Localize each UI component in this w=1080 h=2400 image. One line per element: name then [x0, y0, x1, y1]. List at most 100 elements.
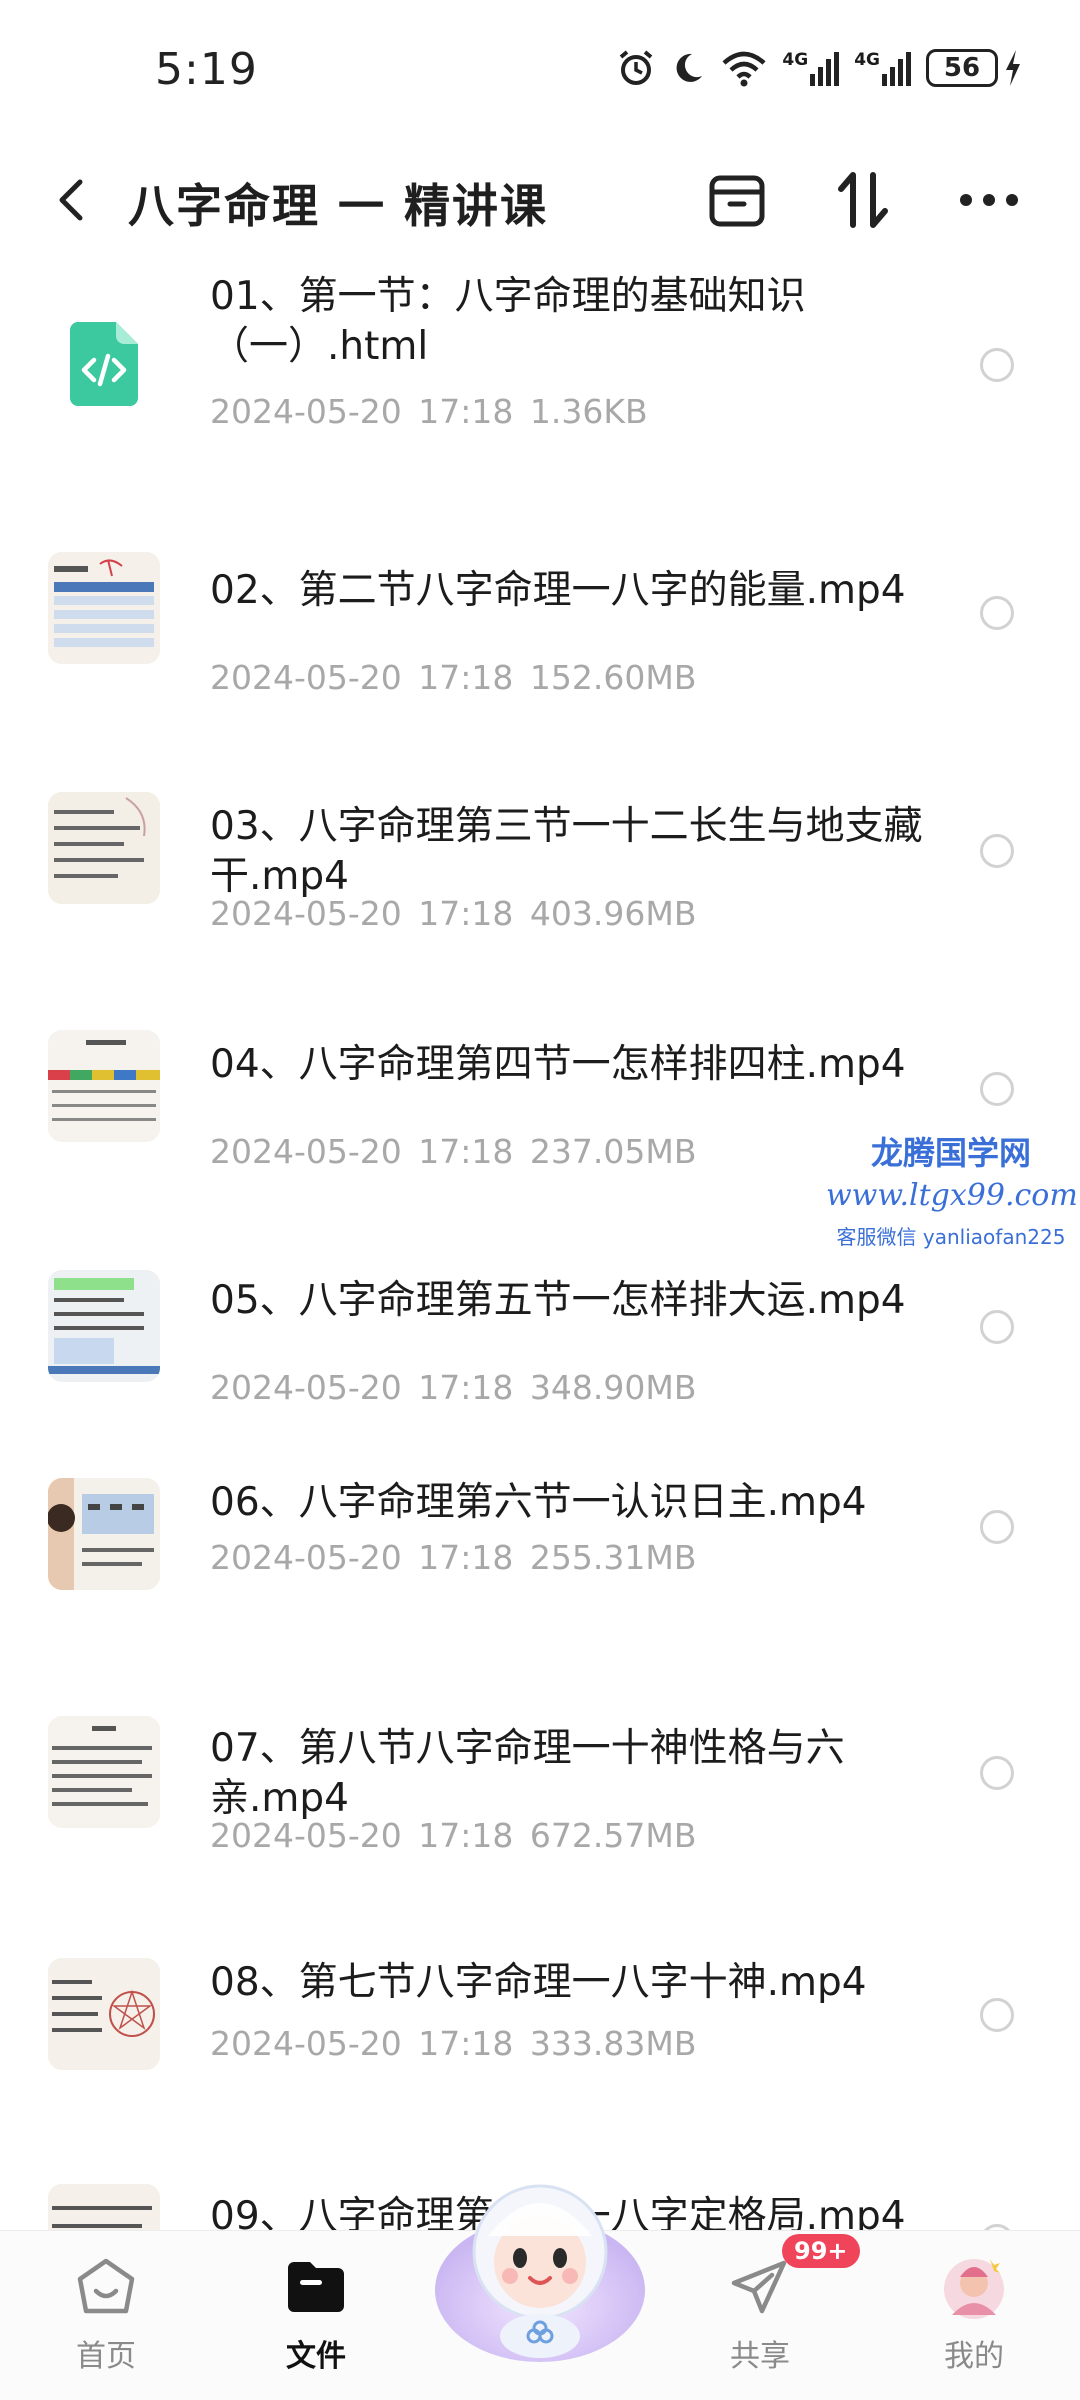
watermark-title: 龙腾国学网 [870, 1134, 1031, 1172]
chevron-left-icon [59, 179, 83, 221]
file-time: 17:18 [418, 658, 514, 697]
network-type-1: 4G [782, 50, 809, 70]
file-size: 672.57MB [529, 1816, 697, 1855]
file-time: 17:18 [418, 1538, 514, 1577]
status-icons: 4G 4G 56 [616, 48, 1022, 88]
wifi-icon [722, 51, 766, 87]
sort-icon [838, 172, 888, 228]
video-thumbnail [48, 1958, 160, 2070]
status-time: 5:19 [155, 44, 258, 95]
select-checkbox[interactable] [980, 1310, 1014, 1344]
file-row[interactable]: 02、第二节八字命理一八字的能量.mp4 2024-05-20 17:18 15… [0, 482, 1080, 712]
back-button[interactable] [50, 174, 96, 226]
file-meta: 2024-05-20 17:18 672.57MB [210, 1816, 696, 1855]
video-thumbnail [48, 1716, 160, 1828]
alarm-icon [620, 50, 653, 85]
file-time: 17:18 [418, 1132, 514, 1171]
file-date: 2024-05-20 [210, 392, 402, 431]
video-thumbnail [48, 1030, 160, 1142]
send-icon [731, 2260, 787, 2314]
nav-mine[interactable]: 我的 [904, 2251, 1044, 2375]
nav-share-label: 共享 [730, 2339, 790, 2374]
share-badge: 99+ [782, 2234, 860, 2268]
file-date: 2024-05-20 [210, 658, 402, 697]
file-name: 04、八字命理第四节一怎样排四柱.mp4 [210, 1042, 906, 1087]
video-thumbnail [48, 2184, 160, 2230]
sort-button[interactable] [828, 168, 898, 232]
file-name: 03、八字命理第三节一十二长生与地支藏干.mp4 [210, 804, 923, 899]
html-file-icon [48, 308, 160, 420]
video-thumbnail [48, 552, 160, 664]
file-meta: 2024-05-20 17:18 333.83MB [210, 2024, 696, 2063]
file-meta: 2024-05-20 17:18 152.60MB [210, 658, 696, 697]
battery-level: 56 [926, 49, 998, 87]
watermark: 龙腾国学网 www.ltgx99.com 客服微信 yanliaofan225 [826, 1128, 1078, 1250]
moon-icon [676, 53, 703, 82]
archive-button[interactable] [702, 168, 772, 232]
video-thumbnail [48, 792, 160, 904]
select-checkbox[interactable] [980, 1072, 1014, 1106]
file-size: 152.60MB [529, 658, 697, 697]
file-name: 02、第二节八字命理一八字的能量.mp4 [210, 568, 906, 613]
nav-files-label: 文件 [286, 2339, 346, 2374]
signal-2-icon: 4G [854, 50, 912, 86]
file-row[interactable]: 01、第一节：八字命理的基础知识（一）.html 2024-05-20 17:1… [0, 252, 1080, 474]
file-date: 2024-05-20 [210, 894, 402, 933]
file-row[interactable]: 08、第七节八字命理一八字十神.mp4 2024-05-20 17:18 333… [0, 1902, 1080, 2098]
nav-share[interactable]: 共享 [690, 2251, 830, 2375]
select-checkbox[interactable] [980, 1756, 1014, 1790]
file-row[interactable]: 06、八字命理第六节一认识日主.mp4 2024-05-20 17:18 255… [0, 1434, 1080, 1630]
battery-indicator: 56 [926, 49, 1022, 87]
file-name: 08、第七节八字命理一八字十神.mp4 [210, 1960, 867, 2005]
file-meta: 2024-05-20 17:18 348.90MB [210, 1368, 696, 1407]
watermark-contact: 客服微信 yanliaofan225 [836, 1225, 1066, 1249]
file-date: 2024-05-20 [210, 1816, 402, 1855]
charging-icon [1006, 50, 1020, 86]
folder-icon [288, 2262, 344, 2312]
file-date: 2024-05-20 [210, 2024, 402, 2063]
file-size: 1.36KB [529, 392, 648, 431]
more-button[interactable] [954, 168, 1024, 232]
assistant-button[interactable] [430, 2140, 650, 2370]
file-time: 17:18 [418, 392, 514, 431]
file-size: 403.96MB [529, 894, 697, 933]
select-checkbox[interactable] [980, 1510, 1014, 1544]
select-checkbox[interactable] [980, 348, 1014, 382]
status-bar: 5:19 4G 4G 56 [0, 0, 1080, 140]
file-row[interactable]: 07、第八节八字命理一十神性格与六亲.mp4 2024-05-20 17:18 … [0, 1638, 1080, 1894]
file-size: 333.83MB [529, 2024, 697, 2063]
more-icon [960, 194, 1018, 206]
archive-icon [709, 175, 765, 227]
file-name: 06、八字命理第六节一认识日主.mp4 [210, 1480, 867, 1525]
file-size: 255.31MB [529, 1538, 697, 1577]
watermark-url: www.ltgx99.com [826, 1178, 1078, 1213]
file-time: 17:18 [418, 2024, 514, 2063]
file-meta: 2024-05-20 17:18 237.05MB [210, 1132, 696, 1171]
nav-files[interactable]: 文件 [246, 2251, 386, 2375]
file-name: 05、八字命理第五节一怎样排大运.mp4 [210, 1278, 906, 1323]
avatar [944, 2259, 1004, 2319]
file-size: 237.05MB [529, 1132, 697, 1171]
file-meta: 2024-05-20 17:18 403.96MB [210, 894, 696, 933]
signal-1-icon: 4G [782, 50, 840, 86]
select-checkbox[interactable] [980, 1998, 1014, 2032]
nav-mine-label: 我的 [944, 2339, 1004, 2374]
title-bar: 八字命理 一 精讲课 [0, 150, 1080, 250]
nav-home-label: 首页 [76, 2339, 136, 2374]
file-row[interactable]: 03、八字命理第三节一十二长生与地支藏干.mp4 2024-05-20 17:1… [0, 720, 1080, 950]
assistant-mascot-icon [435, 2184, 645, 2362]
file-name: 01、第一节：八字命理的基础知识（一）.html [210, 274, 806, 369]
file-time: 17:18 [418, 1368, 514, 1407]
file-date: 2024-05-20 [210, 1368, 402, 1407]
file-size: 348.90MB [529, 1368, 697, 1407]
network-type-2: 4G [854, 50, 880, 70]
page-title: 八字命理 一 精讲课 [128, 179, 549, 233]
select-checkbox[interactable] [980, 596, 1014, 630]
nav-home[interactable]: 首页 [36, 2251, 176, 2375]
select-checkbox[interactable] [980, 834, 1014, 868]
video-thumbnail [48, 1478, 160, 1590]
file-time: 17:18 [418, 1816, 514, 1855]
home-icon [77, 2258, 135, 2314]
file-date: 2024-05-20 [210, 1132, 402, 1171]
file-time: 17:18 [418, 894, 514, 933]
